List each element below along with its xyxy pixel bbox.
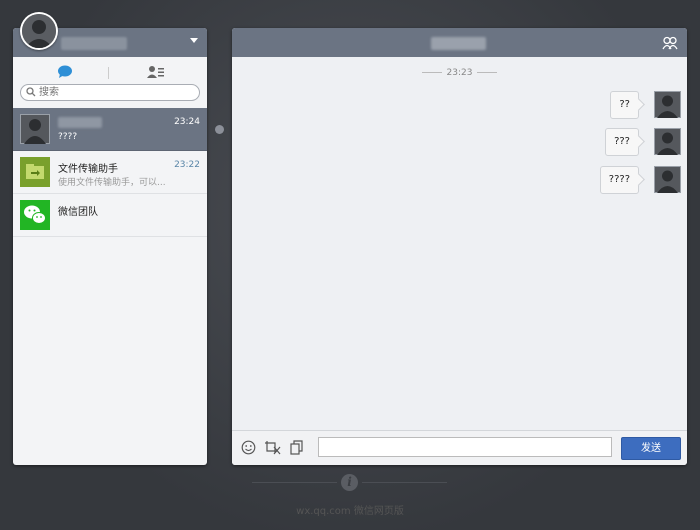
emoji-icon[interactable] [241, 440, 256, 458]
search-input[interactable] [39, 85, 189, 100]
tab-divider [108, 67, 109, 79]
message-row: ???? [481, 166, 681, 194]
chat-bubble-icon [58, 65, 72, 78]
message-row: ??? [481, 128, 681, 156]
chat-panel: 23:23 ?? ??? ???? 发送 [232, 28, 687, 465]
message-bubble[interactable]: ???? [599, 166, 639, 194]
tab-chat[interactable] [57, 65, 73, 82]
message-bubble[interactable]: ?? [610, 91, 639, 119]
conversation-preview: ???? [58, 132, 78, 142]
conversation-preview: 使用文件传输助手，可以... [58, 178, 166, 188]
chat-title-blurred [431, 37, 486, 50]
panel-resize-handle[interactable] [215, 125, 224, 134]
tab-contacts[interactable] [147, 65, 164, 82]
message-bubble[interactable]: ??? [605, 128, 639, 156]
conversation-sidebar: ???? 23:24 文件传输助手 使用文件传输助手，可以... 23:22 [13, 28, 207, 465]
avatar[interactable] [654, 91, 681, 118]
chat-header [232, 28, 687, 57]
profile-name-blurred [61, 37, 127, 50]
contacts-icon [147, 66, 164, 78]
message-composer: 发送 [232, 430, 687, 465]
screenshot-icon[interactable] [265, 440, 281, 458]
conversation-time: 23:22 [174, 160, 200, 170]
person-icon [22, 14, 56, 48]
info-icon[interactable]: i [341, 474, 358, 491]
send-button[interactable]: 发送 [621, 437, 681, 460]
footer-text: wx.qq.com 微信网页版 [296, 506, 404, 517]
search-field[interactable] [20, 84, 200, 101]
profile-avatar[interactable] [20, 12, 58, 50]
conversation-name: 文件传输助手 [58, 164, 118, 175]
members-icon[interactable] [662, 36, 678, 53]
conversation-item[interactable]: 微信团队 [13, 194, 207, 237]
file-transfer-icon [20, 157, 50, 187]
message-row: ?? [481, 91, 681, 119]
conversation-time: 23:24 [174, 117, 200, 127]
conversation-item[interactable]: 文件传输助手 使用文件传输助手，可以... 23:22 [13, 151, 207, 194]
chevron-down-icon[interactable] [190, 38, 198, 43]
footer-divider [362, 482, 447, 483]
footer-divider [252, 482, 337, 483]
avatar [20, 114, 50, 144]
conversation-name-blurred [58, 117, 102, 128]
message-input[interactable] [318, 437, 612, 457]
avatar[interactable] [654, 166, 681, 193]
conversation-item[interactable]: ???? 23:24 [13, 108, 207, 151]
wechat-logo-icon [20, 200, 50, 230]
message-timestamp: 23:23 [232, 68, 687, 78]
file-icon[interactable] [290, 440, 304, 458]
avatar[interactable] [654, 128, 681, 155]
conversation-name: 微信团队 [58, 207, 98, 218]
conversation-list: ???? 23:24 文件传输助手 使用文件传输助手，可以... 23:22 微… [13, 108, 207, 237]
search-icon [26, 87, 36, 97]
